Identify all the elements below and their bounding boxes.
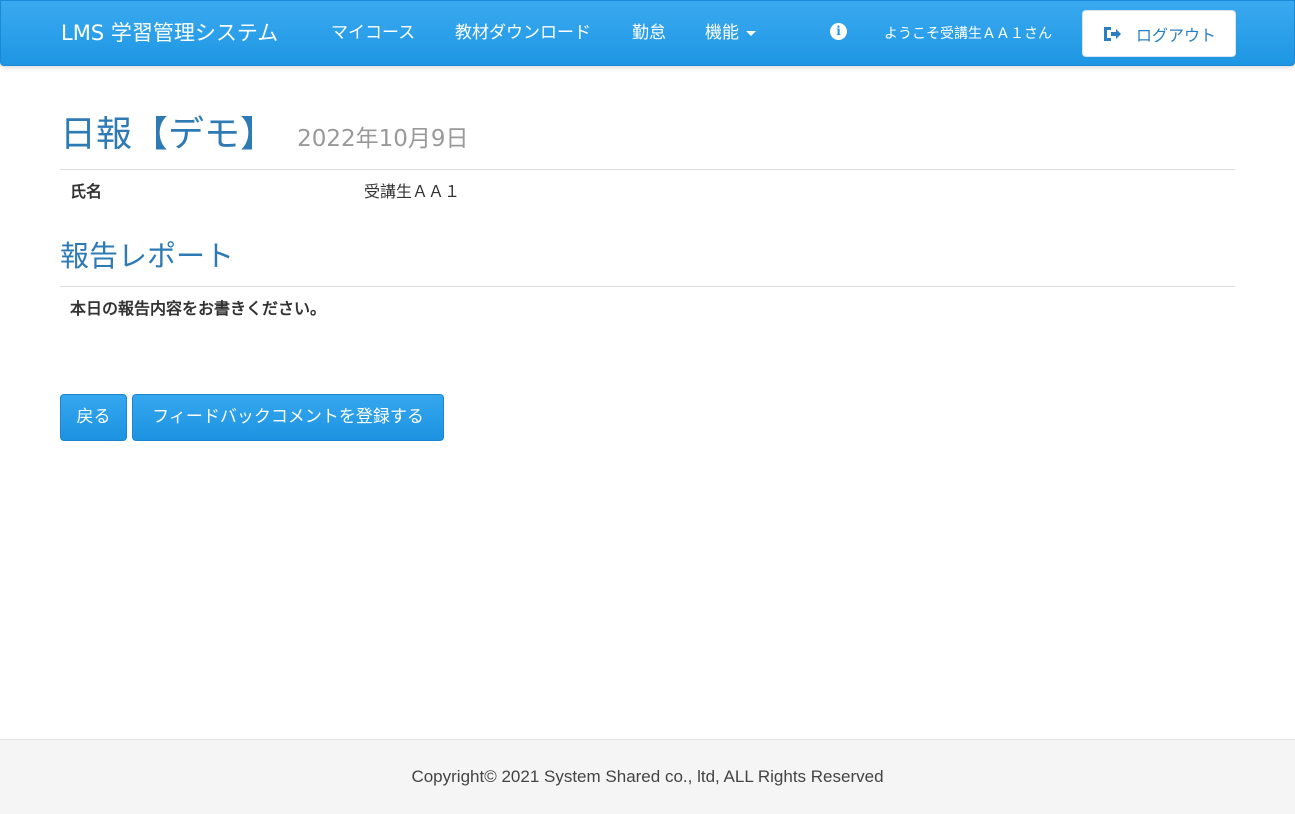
nav-features-dropdown[interactable]: 機能 [705, 22, 756, 44]
caret-down-icon [746, 30, 756, 36]
page-header: 日報【デモ】 2022年10月9日 [60, 112, 1235, 170]
brand-title[interactable]: LMS 学習管理システム [61, 19, 278, 47]
page-title: 日報【デモ】 [60, 114, 277, 155]
back-button[interactable]: 戻る [60, 394, 127, 441]
report-date: 2022年10月9日 [297, 126, 469, 152]
nav-attendance[interactable]: 勤怠 [632, 22, 666, 44]
name-label: 氏名 [70, 182, 103, 201]
welcome-message: ようこそ受講生ＡＡ１さん [884, 26, 1052, 42]
nav-features-label: 機能 [705, 23, 739, 43]
report-section-title: 報告レポート [60, 236, 1235, 287]
logout-button[interactable]: ログアウト [1082, 10, 1236, 57]
nav-material-download[interactable]: 教材ダウンロード [455, 22, 591, 44]
name-value: 受講生ＡＡ１ [364, 182, 461, 201]
logout-label: ログアウト [1135, 25, 1216, 45]
report-question: 本日の報告内容をお書きください。 [70, 299, 327, 318]
register-feedback-button[interactable]: フィードバックコメントを登録する [132, 394, 444, 441]
footer: Copyright© 2021 System Shared co., ltd, … [0, 739, 1295, 814]
top-navbar: LMS 学習管理システム マイコース 教材ダウンロード 勤怠 機能 i ようこそ… [0, 0, 1295, 66]
copyright-text: Copyright© 2021 System Shared co., ltd, … [411, 767, 884, 786]
name-row: 氏名 受講生ＡＡ１ [60, 181, 1235, 205]
nav-my-course[interactable]: マイコース [331, 22, 415, 44]
sign-out-icon [1103, 26, 1121, 41]
info-circle-icon[interactable]: i [830, 23, 847, 40]
